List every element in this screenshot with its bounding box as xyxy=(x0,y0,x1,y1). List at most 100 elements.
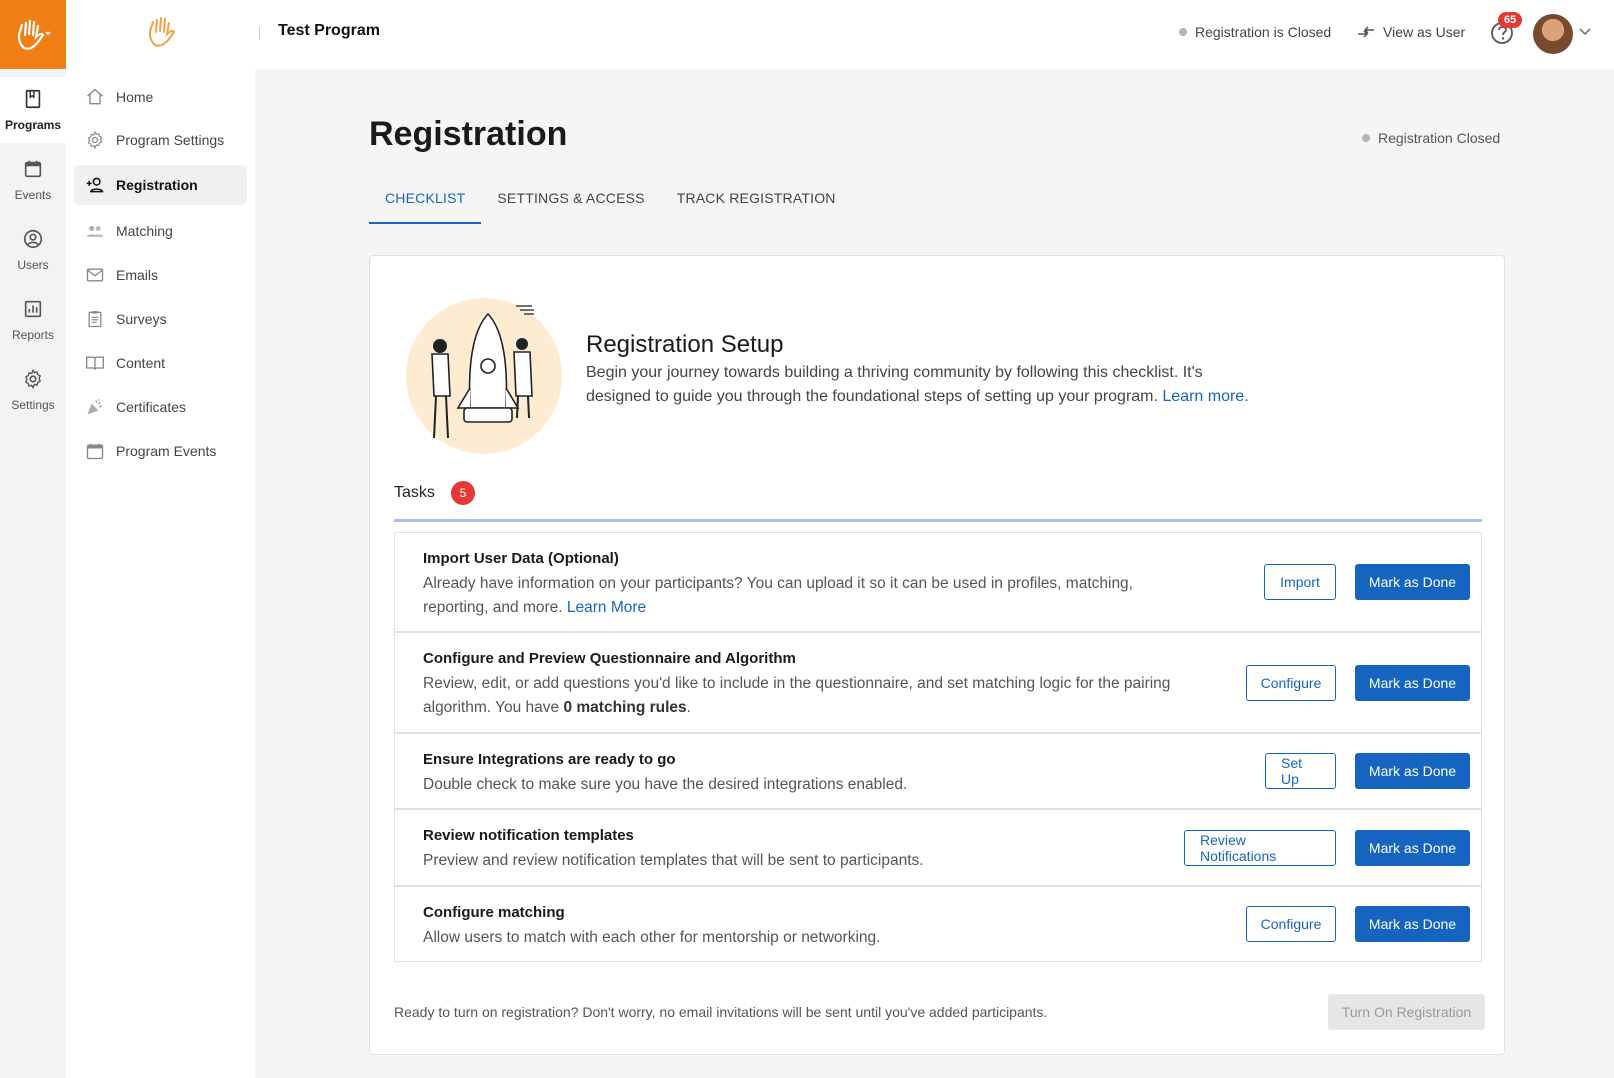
task-description-text: Review, edit, or add questions you'd lik… xyxy=(423,675,1171,716)
tab-settings-access[interactable]: SETTINGS & ACCESS xyxy=(481,176,660,224)
divider xyxy=(259,26,260,40)
progress-bar xyxy=(394,519,1482,522)
sidebar-item-content[interactable]: Content xyxy=(74,343,247,383)
swap-arrows-icon xyxy=(1358,26,1374,38)
gear-icon xyxy=(24,368,42,390)
sidebar-item-program-settings[interactable]: Program Settings xyxy=(74,120,247,160)
program-title: Test Program xyxy=(278,22,380,39)
mark-as-done-button[interactable]: Mark as Done xyxy=(1355,564,1470,600)
notification-badge: 65 xyxy=(1498,12,1523,28)
task-description: Allow users to match with each other for… xyxy=(423,929,881,946)
mark-as-done-button[interactable]: Mark as Done xyxy=(1355,830,1470,866)
task-description-text: Already have information on your partici… xyxy=(423,575,1133,616)
envelope-icon xyxy=(84,264,106,286)
setup-description: Begin your journey towards building a th… xyxy=(586,361,1266,409)
chevron-down-icon[interactable] xyxy=(1578,26,1592,36)
sidebar-item-certificates[interactable]: Certificates xyxy=(74,387,247,427)
turn-on-registration-button[interactable]: Turn On Registration xyxy=(1328,994,1485,1030)
task-title: Ensure Integrations are ready to go xyxy=(423,751,676,768)
task-description: Double check to make sure you have the d… xyxy=(423,776,908,793)
status-label: Registration Closed xyxy=(1378,130,1501,146)
people-icon xyxy=(84,220,106,242)
setup-title: Registration Setup xyxy=(586,331,784,358)
footer-note: Ready to turn on registration? Don't wor… xyxy=(394,1004,1048,1020)
matching-rules-count: 0 matching rules xyxy=(563,699,687,716)
tab-track-registration[interactable]: TRACK REGISTRATION xyxy=(661,176,852,224)
clipboard-icon xyxy=(84,308,106,330)
user-circle-icon xyxy=(23,229,43,249)
learn-more-link[interactable]: Learn more. xyxy=(1162,388,1248,405)
gear-icon xyxy=(84,129,106,151)
mark-as-done-button[interactable]: Mark as Done xyxy=(1355,753,1470,789)
mark-as-done-button[interactable]: Mark as Done xyxy=(1355,665,1470,701)
app-rail: Programs Events Users Reports Settings xyxy=(0,0,66,1078)
party-icon xyxy=(84,396,106,418)
task-title: Review notification templates xyxy=(423,827,634,844)
view-as-user-button[interactable]: View as User xyxy=(1357,24,1465,40)
rail-reports[interactable]: Reports xyxy=(0,287,66,353)
sidebar-item-matching[interactable]: Matching xyxy=(74,211,247,251)
rail-label: Users xyxy=(17,258,49,272)
status-badge: Registration Closed xyxy=(1362,130,1500,146)
learn-more-link[interactable]: Learn More xyxy=(567,599,646,616)
rail-settings[interactable]: Settings xyxy=(0,357,66,423)
sidebar-item-label: Program Settings xyxy=(116,132,225,148)
configure-matching-button[interactable]: Configure xyxy=(1246,906,1336,942)
sidebar-item-registration[interactable]: Registration xyxy=(74,165,247,205)
review-notifications-button[interactable]: Review Notifications xyxy=(1184,830,1336,866)
sidebar-item-surveys[interactable]: Surveys xyxy=(74,299,247,339)
add-user-icon xyxy=(84,174,106,196)
import-button[interactable]: Import xyxy=(1264,564,1336,600)
tasks-label: Tasks xyxy=(394,484,435,501)
rail-events[interactable]: Events xyxy=(0,147,66,213)
sidebar-item-label: Surveys xyxy=(116,311,167,327)
task-row: Configure and Preview Questionnaire and … xyxy=(394,632,1482,733)
calendar-icon xyxy=(84,440,106,462)
task-title: Configure matching xyxy=(423,904,565,921)
program-sidebar: Home Program Settings Registration Match… xyxy=(66,0,255,1078)
task-row: Ensure Integrations are ready to go Doub… xyxy=(394,733,1482,809)
rail-label: Settings xyxy=(11,398,55,412)
sidebar-item-program-events[interactable]: Program Events xyxy=(74,431,247,471)
tab-bar: CHECKLIST SETTINGS & ACCESS TRACK REGIST… xyxy=(369,176,852,224)
task-title: Import User Data (Optional) xyxy=(423,550,619,567)
status-dot xyxy=(1362,134,1370,142)
brand-logo[interactable] xyxy=(0,0,66,69)
home-icon xyxy=(84,86,106,108)
wave-hand-icon xyxy=(17,19,51,50)
task-description: Review, edit, or add questions you'd lik… xyxy=(423,672,1183,720)
sidebar-item-label: Matching xyxy=(116,223,173,239)
task-row: Configure matching Allow users to match … xyxy=(394,886,1482,962)
task-description-end: . xyxy=(686,699,691,716)
page-title: Registration xyxy=(369,115,568,153)
tasks-count-badge: 5 xyxy=(450,481,475,505)
rail-label: Events xyxy=(14,188,52,202)
avatar[interactable] xyxy=(1533,14,1573,54)
task-description: Already have information on your partici… xyxy=(423,572,1183,620)
mark-as-done-button[interactable]: Mark as Done xyxy=(1355,906,1470,942)
configure-button[interactable]: Configure xyxy=(1246,665,1336,701)
task-row: Import User Data (Optional) Already have… xyxy=(394,532,1482,632)
book-icon xyxy=(84,352,106,374)
bookmark-icon xyxy=(25,89,41,109)
rocket-illustration xyxy=(406,298,562,454)
tab-checklist[interactable]: CHECKLIST xyxy=(369,176,482,224)
task-description: Preview and review notification template… xyxy=(423,852,924,869)
sidebar-item-label: Certificates xyxy=(116,399,187,415)
sidebar-item-emails[interactable]: Emails xyxy=(74,255,247,295)
rail-label: Reports xyxy=(11,328,55,342)
sidebar-item-label: Program Events xyxy=(116,443,217,459)
rail-users[interactable]: Users xyxy=(0,217,66,283)
sidebar-item-label: Registration xyxy=(116,177,198,193)
calendar-icon xyxy=(24,160,42,178)
set-up-button[interactable]: Set Up xyxy=(1265,753,1336,789)
status-dot xyxy=(1179,28,1187,36)
rail-programs[interactable]: Programs xyxy=(0,77,66,143)
sidebar-item-home[interactable]: Home xyxy=(74,77,247,117)
view-as-user-label: View as User xyxy=(1383,24,1466,40)
rail-label: Programs xyxy=(4,118,62,132)
task-row: Review notification templates Preview an… xyxy=(394,809,1482,886)
checklist-card: Registration Setup Begin your journey to… xyxy=(369,255,1505,1055)
bar-chart-icon xyxy=(24,300,42,318)
registration-status: Registration is Closed xyxy=(1179,24,1331,40)
